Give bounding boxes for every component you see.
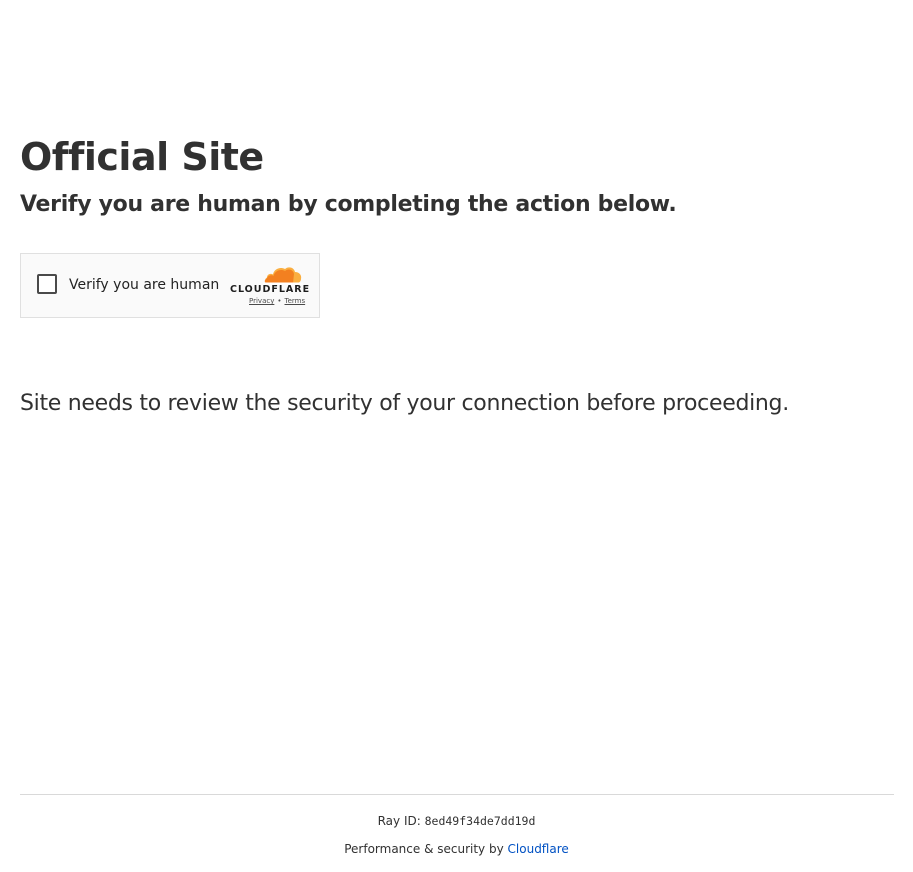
link-separator: • bbox=[277, 297, 282, 305]
privacy-link[interactable]: Privacy bbox=[249, 297, 274, 305]
performance-text: Performance & security by bbox=[344, 842, 504, 856]
footer-divider bbox=[20, 794, 894, 795]
ray-id-line: Ray ID: 8ed49f34de7dd19d bbox=[0, 812, 913, 830]
footer: Ray ID: 8ed49f34de7dd19d Performance & s… bbox=[0, 812, 913, 858]
challenge-page: Official Site Verify you are human by co… bbox=[0, 0, 913, 872]
verify-checkbox[interactable] bbox=[37, 274, 57, 294]
ray-id-label: Ray ID: bbox=[377, 814, 421, 828]
cloudflare-cloud-icon bbox=[263, 267, 303, 285]
ray-id-value: 8ed49f34de7dd19d bbox=[424, 814, 536, 828]
security-message: Site needs to review the security of you… bbox=[20, 391, 789, 416]
page-title: Official Site bbox=[20, 135, 264, 179]
cloudflare-link[interactable]: Cloudflare bbox=[508, 842, 569, 856]
widget-links: Privacy • Terms bbox=[249, 297, 305, 306]
verify-label[interactable]: Verify you are human bbox=[69, 276, 219, 294]
page-subtitle: Verify you are human by completing the a… bbox=[20, 192, 677, 217]
cloudflare-wordmark: CLOUDFLARE bbox=[230, 284, 311, 295]
performance-line: Performance & security by Cloudflare bbox=[0, 840, 913, 858]
cloudflare-logo: CLOUDFLARE Privacy • Terms bbox=[227, 264, 311, 306]
terms-link[interactable]: Terms bbox=[285, 297, 306, 305]
turnstile-widget: Verify you are human CLOUDFLARE Privacy •… bbox=[20, 253, 320, 318]
